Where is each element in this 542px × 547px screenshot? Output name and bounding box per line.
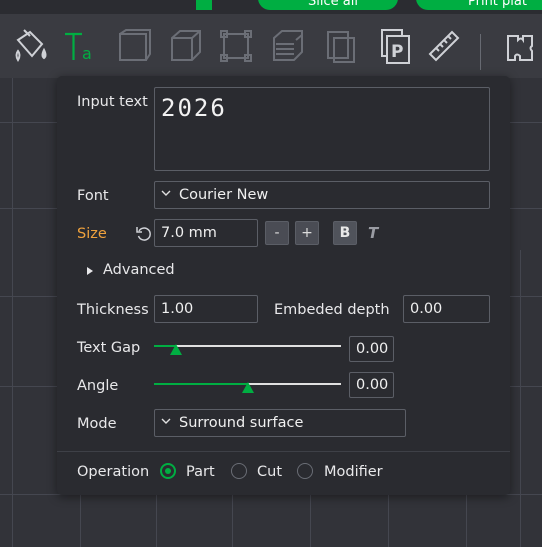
grid-line: [520, 250, 521, 547]
top-bar: Slice all Print plat: [0, 0, 542, 14]
bold-button[interactable]: B: [333, 221, 357, 245]
measure-ruler-icon[interactable]: [420, 22, 468, 70]
operation-radio-part[interactable]: [160, 463, 176, 479]
slider-fill: [154, 383, 248, 385]
print-plate-label: Print plat: [468, 0, 527, 9]
advanced-label: Advanced: [103, 262, 175, 278]
slider-thumb[interactable]: [241, 382, 254, 393]
slice-all-button[interactable]: Slice all: [258, 0, 398, 10]
chevron-down-icon: [161, 418, 171, 424]
size-decrease-button[interactable]: -: [265, 221, 289, 245]
input-text-field[interactable]: 2026: [154, 87, 490, 171]
grid-line: [310, 494, 311, 547]
grid-line: [466, 494, 467, 547]
toolbar-separator: [480, 34, 481, 70]
operation-label: Operation: [77, 464, 150, 480]
font-value: Courier New: [179, 187, 269, 203]
text-gap-label: Text Gap: [77, 340, 141, 356]
placeholder-p-icon[interactable]: P: [370, 22, 418, 70]
angle-label: Angle: [77, 378, 119, 394]
operation-radio-label: Cut: [257, 464, 282, 480]
text-tool-icon[interactable]: a: [56, 22, 104, 70]
size-label: Size: [77, 226, 107, 242]
caret-right-icon: [87, 267, 93, 275]
assembly-icon[interactable]: [496, 22, 542, 70]
mode-select[interactable]: Surround surface: [154, 409, 406, 437]
grid-line: [12, 0, 13, 547]
mode-label: Mode: [77, 416, 117, 432]
size-increase-button[interactable]: +: [295, 221, 319, 245]
font-label: Font: [77, 188, 109, 204]
paint-bucket-icon[interactable]: [6, 22, 54, 70]
grid-line: [80, 494, 81, 547]
mode-value: Surround surface: [179, 415, 304, 431]
grid-line: [232, 494, 233, 547]
input-text-label: Input text: [77, 94, 148, 110]
bounding-box-icon[interactable]: [212, 22, 260, 70]
chevron-down-icon: [161, 190, 171, 196]
layers-icon[interactable]: [264, 22, 312, 70]
slice-all-label: Slice all: [308, 0, 358, 9]
text-tool-panel: Input text 2026 Font Courier New Size 7.…: [57, 76, 510, 495]
operation-radio-modifier[interactable]: [297, 463, 313, 479]
angle-input[interactable]: 0.00: [349, 372, 394, 398]
italic-button[interactable]: T: [368, 224, 378, 242]
grid-line: [156, 494, 157, 547]
grid-line: [388, 494, 389, 547]
operation-radio-cut[interactable]: [231, 463, 247, 479]
reset-icon[interactable]: [135, 225, 153, 243]
cut-plane-icon[interactable]: [110, 22, 158, 70]
slider-thumb[interactable]: [170, 344, 183, 355]
thickness-label: Thickness: [77, 302, 149, 318]
svg-text:P: P: [391, 42, 403, 62]
plate-icon[interactable]: [196, 0, 212, 10]
font-select[interactable]: Courier New: [154, 181, 490, 209]
size-input[interactable]: 7.0 mm: [154, 219, 258, 247]
panel-divider: [57, 451, 510, 452]
duplicate-icon[interactable]: [316, 22, 364, 70]
embeded-depth-input[interactable]: 0.00: [403, 295, 490, 323]
box-icon[interactable]: [162, 22, 210, 70]
toolbar: a P: [0, 14, 542, 78]
text-gap-input[interactable]: 0.00: [349, 336, 394, 362]
operation-radio-label: Modifier: [324, 464, 383, 480]
embeded-depth-label: Embeded depth: [274, 302, 390, 318]
svg-text:a: a: [82, 44, 92, 63]
thickness-input[interactable]: 1.00: [154, 295, 258, 323]
operation-radio-label: Part: [186, 464, 215, 480]
print-plate-button[interactable]: Print plat: [416, 0, 542, 10]
